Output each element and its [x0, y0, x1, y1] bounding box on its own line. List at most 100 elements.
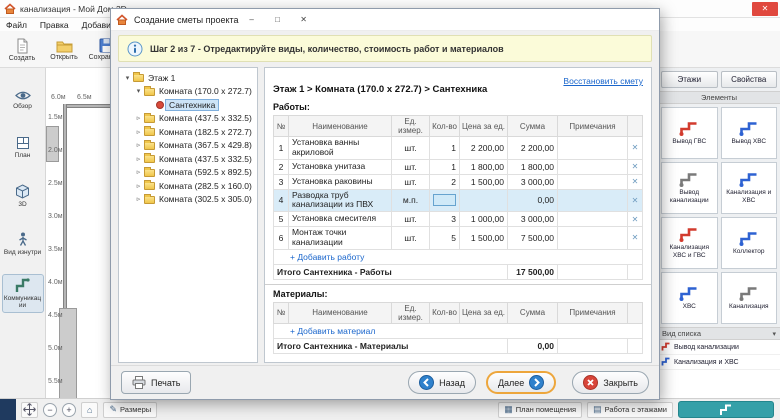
open-project-button[interactable]: Открыть [44, 33, 84, 66]
tree-node[interactable]: ▹Комната (282.5 x 160.0) [121, 179, 255, 193]
restore-estimate-link[interactable]: Восстановить смету [563, 76, 643, 86]
work-note-cell[interactable] [558, 189, 628, 212]
back-button[interactable]: Назад [408, 371, 476, 394]
element-item[interactable]: Вывод ГВС [661, 107, 718, 159]
work-note-cell[interactable] [558, 212, 628, 227]
work-price-cell[interactable]: 1 500,00 [460, 174, 508, 189]
sidebar-item-communications[interactable]: Коммуникации [2, 274, 44, 313]
home-button[interactable]: ⌂ [81, 402, 98, 418]
tab-properties[interactable]: Свойства [721, 71, 778, 88]
work-price-cell[interactable]: 2 200,00 [460, 137, 508, 160]
collapse-icon[interactable]: ▾ [134, 87, 143, 95]
element-item[interactable]: ХВС [661, 272, 718, 324]
element-item[interactable]: Канализация и ХВС [721, 162, 778, 214]
dimensions-button[interactable]: ✎ Размеры [103, 402, 157, 418]
work-qty-cell[interactable]: 3 [430, 212, 460, 227]
expand-icon[interactable]: ▹ [134, 155, 143, 163]
zoom-in-button[interactable]: + [62, 403, 76, 417]
work-row[interactable]: 4Разводка труб канализации из ПВХм.п.0,0… [274, 189, 643, 212]
work-unit-cell[interactable]: м.п. [392, 189, 430, 212]
work-row[interactable]: 5Установка смесителяшт.31 000,003 000,00… [274, 212, 643, 227]
room-plan-button[interactable]: ▦ План помещения [498, 402, 582, 418]
work-name-cell[interactable]: Установка раковины [289, 174, 392, 189]
tree-node[interactable]: ▾Комната (170.0 x 272.7) [121, 85, 255, 99]
expand-icon[interactable]: ▹ [134, 182, 143, 190]
element-item[interactable]: Вывод ХВС [721, 107, 778, 159]
tree-node[interactable]: ▹Комната (302.5 x 305.0) [121, 193, 255, 207]
floors-work-button[interactable]: ▤ Работа с этажами [587, 402, 673, 418]
element-item[interactable]: Канализация [721, 272, 778, 324]
work-qty-cell[interactable]: 2 [430, 174, 460, 189]
expand-icon[interactable]: ▹ [134, 128, 143, 136]
expand-icon[interactable]: ▹ [134, 114, 143, 122]
work-name-cell[interactable]: Установка ванны акриловой [289, 137, 392, 160]
element-item[interactable]: Канализация ХВС и ГВС [661, 217, 718, 269]
new-project-button[interactable]: Создать [2, 33, 42, 66]
work-note-cell[interactable] [558, 159, 628, 174]
delete-row-button[interactable]: ✕ [628, 189, 643, 212]
work-note-cell[interactable] [558, 137, 628, 160]
work-price-cell[interactable]: 1 000,00 [460, 212, 508, 227]
work-qty-cell[interactable]: 1 [430, 159, 460, 174]
pan-tool-button[interactable] [21, 402, 38, 418]
add-material-link[interactable]: + Добавить материал [290, 326, 375, 336]
delete-row-button[interactable]: ✕ [628, 137, 643, 160]
list-view-header[interactable]: Вид списка ▾ [658, 327, 780, 340]
work-unit-cell[interactable]: шт. [392, 227, 430, 250]
work-qty-cell[interactable]: 1 [430, 137, 460, 160]
work-qty-cell[interactable]: 5 [430, 227, 460, 250]
work-unit-cell[interactable]: шт. [392, 137, 430, 160]
work-name-cell[interactable]: Установка смесителя [289, 212, 392, 227]
work-unit-cell[interactable]: шт. [392, 174, 430, 189]
work-note-cell[interactable] [558, 227, 628, 250]
work-price-cell[interactable]: 1 500,00 [460, 227, 508, 250]
tree-node[interactable]: ▹Комната (592.5 x 892.5) [121, 166, 255, 180]
tree-node[interactable]: ▹Комната (437.5 x 332.5) [121, 112, 255, 126]
work-qty-cell[interactable] [430, 189, 460, 212]
sidebar-item-overview[interactable]: Обзор [2, 82, 44, 118]
work-row[interactable]: 6Монтаж точки канализациишт.51 500,007 5… [274, 227, 643, 250]
sidebar-item-inside-view[interactable]: Вид изнутри [2, 226, 44, 262]
work-row[interactable]: 2Установка унитазашт.11 800,001 800,00✕ [274, 159, 643, 174]
expand-icon[interactable]: ▹ [134, 168, 143, 176]
dialog-titlebar[interactable]: Создание сметы проекта – □ ✕ [111, 9, 659, 31]
zoom-out-button[interactable]: − [43, 403, 57, 417]
communications-mode-button[interactable] [678, 401, 774, 418]
work-price-cell[interactable] [460, 189, 508, 212]
tree-node[interactable]: ▹Комната (182.5 x 272.7) [121, 125, 255, 139]
qty-input[interactable] [433, 194, 456, 206]
dialog-close-button[interactable]: ✕ [291, 11, 317, 29]
tree-node[interactable]: ▹Комната (437.5 x 332.5) [121, 152, 255, 166]
add-work-link[interactable]: + Добавить работу [290, 252, 364, 262]
delete-row-button[interactable]: ✕ [628, 212, 643, 227]
dialog-minimize-button[interactable]: – [239, 11, 265, 29]
tree-node[interactable]: ▹Комната (367.5 x 429.8) [121, 139, 255, 153]
work-price-cell[interactable]: 1 800,00 [460, 159, 508, 174]
work-unit-cell[interactable]: шт. [392, 212, 430, 227]
delete-row-button[interactable]: ✕ [628, 159, 643, 174]
element-item[interactable]: Коллектор [721, 217, 778, 269]
work-row[interactable]: 3Установка раковинышт.21 500,003 000,00✕ [274, 174, 643, 189]
sidebar-item-plan[interactable]: План [2, 130, 44, 166]
tree-node[interactable]: ▾Этаж 1 [121, 71, 255, 85]
work-name-cell[interactable]: Монтаж точки канализации [289, 227, 392, 250]
list-item[interactable]: Вывод канализации [658, 340, 780, 355]
delete-row-button[interactable]: ✕ [628, 174, 643, 189]
work-row[interactable]: 1Установка ванны акриловойшт.12 200,002 … [274, 137, 643, 160]
sidebar-item-3d[interactable]: 3D [2, 178, 44, 214]
dialog-maximize-button[interactable]: □ [265, 11, 291, 29]
close-button[interactable]: Закрыть [572, 371, 649, 394]
print-button[interactable]: Печать [121, 371, 191, 394]
work-name-cell[interactable]: Установка унитаза [289, 159, 392, 174]
work-name-cell[interactable]: Разводка труб канализации из ПВХ [289, 189, 392, 212]
expand-icon[interactable]: ▹ [134, 195, 143, 203]
delete-row-button[interactable]: ✕ [628, 227, 643, 250]
list-item[interactable]: Канализация и ХВС [658, 355, 780, 370]
element-item[interactable]: Вывод канализации [661, 162, 718, 214]
work-note-cell[interactable] [558, 174, 628, 189]
work-unit-cell[interactable]: шт. [392, 159, 430, 174]
menu-file[interactable]: Файл [6, 20, 27, 30]
tree-node[interactable]: Сантехника [121, 98, 255, 112]
next-button[interactable]: Далее [486, 371, 556, 394]
window-close-button[interactable]: ✕ [752, 2, 778, 16]
